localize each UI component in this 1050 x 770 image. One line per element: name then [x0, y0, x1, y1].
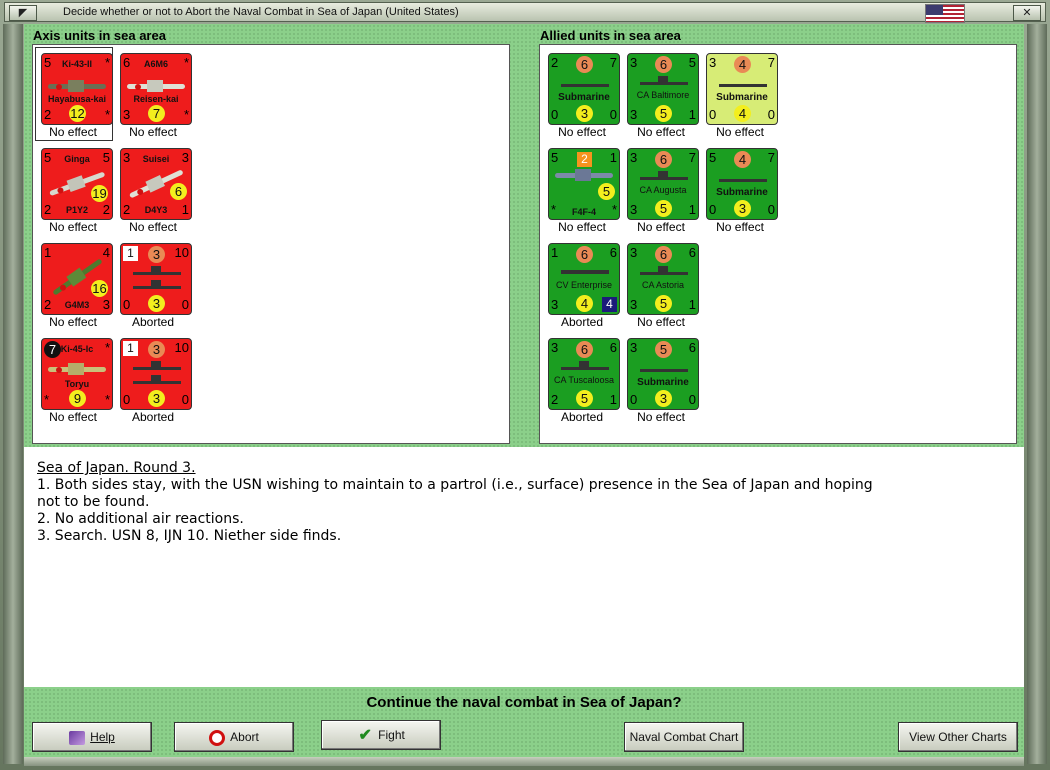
unit-status: No effect	[716, 125, 764, 139]
unit-status: No effect	[49, 125, 97, 139]
axis-unit-ki45[interactable]: 7 Ki-45-Ic * Toryu * 9 *	[41, 338, 113, 410]
unit-status: No effect	[558, 220, 606, 234]
axis-header: Axis units in sea area	[33, 28, 166, 43]
allied-unit-ca-augusta[interactable]: 3 6 7 CA Augusta 3 5 1	[627, 148, 699, 220]
unit-status: No effect	[637, 220, 685, 234]
axis-unit-suisei[interactable]: 3 Suisei 3 6 D4Y3 2 1	[120, 148, 192, 220]
checkmark-icon: ✔	[358, 726, 372, 744]
unit-status: No effect	[716, 220, 764, 234]
notes-line: 1. Both sides stay, with the USN wishing…	[37, 477, 873, 493]
ship-icon	[561, 359, 609, 371]
ship-icon	[133, 264, 181, 276]
ship-icon	[640, 74, 688, 86]
unit-status: No effect	[49, 410, 97, 424]
unit-status: No effect	[49, 315, 97, 329]
allied-units-panel: 2 6 7 Submarine 0 3 0 No effect 3 6 5 CA…	[539, 44, 1017, 444]
submarine-icon	[719, 171, 767, 183]
abort-button[interactable]: Abort	[174, 722, 294, 752]
view-other-charts-button[interactable]: View Other Charts	[898, 722, 1018, 752]
allied-unit-submarine-2[interactable]: 3 4 7 Submarine 0 4 0	[706, 53, 778, 125]
unit-status: Aborted	[131, 410, 175, 424]
stop-icon	[209, 729, 226, 746]
axis-unit-ship-1[interactable]: 1 3 10 0 3 0	[120, 243, 192, 315]
ship-icon	[640, 169, 688, 181]
allied-unit-submarine-4[interactable]: 3 5 6 Submarine 0 3 0	[627, 338, 699, 410]
carrier-icon	[561, 264, 609, 276]
book-icon	[69, 730, 86, 745]
unit-status: Aborted	[560, 410, 604, 424]
unit-status: No effect	[558, 125, 606, 139]
combat-notes: Sea of Japan. Round 3. 1. Both sides sta…	[24, 447, 1024, 687]
allied-unit-f4f4[interactable]: 5 2 1 5 F4F-4 * *	[548, 148, 620, 220]
right-scroll-border	[1027, 24, 1047, 764]
submarine-icon	[561, 76, 609, 88]
naval-combat-chart-button[interactable]: Naval Combat Chart	[624, 722, 744, 752]
ship-icon	[133, 373, 181, 385]
allied-unit-ca-tuscaloosa[interactable]: 3 6 6 CA Tuscaloosa 2 5 1	[548, 338, 620, 410]
unit-status: No effect	[129, 220, 177, 234]
submarine-icon	[640, 361, 688, 373]
ship-icon	[133, 359, 181, 371]
aircraft-icon	[555, 165, 615, 185]
notes-line: 3. Search. USN 8, IJN 10. Niether side f…	[37, 528, 342, 544]
window-menu-button[interactable]: ◤	[9, 5, 37, 21]
allied-unit-ca-baltimore[interactable]: 3 6 5 CA Baltimore 3 5 1	[627, 53, 699, 125]
unit-status: No effect	[129, 125, 177, 139]
axis-unit-ginga[interactable]: 5 Ginga 5 19 P1Y2 2 2	[41, 148, 113, 220]
axis-unit-a6m6[interactable]: 6 A6M6 * Reisen-kai 3 7 *	[120, 53, 192, 125]
bottom-border	[24, 757, 1024, 766]
allied-unit-submarine-1[interactable]: 2 6 7 Submarine 0 3 0	[548, 53, 620, 125]
unit-status: No effect	[49, 220, 97, 234]
submarine-icon	[719, 76, 767, 88]
unit-status: Aborted	[560, 315, 604, 329]
aircraft-icon	[48, 359, 108, 379]
allied-header: Allied units in sea area	[540, 28, 681, 43]
unit-status: No effect	[637, 410, 685, 424]
help-button[interactable]: Help	[32, 722, 152, 752]
ship-icon	[640, 264, 688, 276]
notes-line: 2. No additional air reactions.	[37, 511, 244, 527]
us-flag-icon	[925, 4, 965, 23]
allied-unit-submarine-3[interactable]: 5 4 7 Submarine 0 3 0	[706, 148, 778, 220]
unit-status: Aborted	[131, 315, 175, 329]
unit-status: No effect	[637, 315, 685, 329]
aircraft-icon	[48, 76, 108, 96]
aircraft-icon	[127, 76, 187, 96]
window-title: Decide whether or not to Abort the Naval…	[63, 6, 459, 18]
left-scroll-border	[3, 24, 23, 764]
axis-unit-ship-2[interactable]: 1 3 10 0 3 0	[120, 338, 192, 410]
notes-heading: Sea of Japan. Round 3.	[37, 460, 196, 476]
continue-question: Continue the naval combat in Sea of Japa…	[366, 694, 682, 711]
allied-unit-cv-enterprise[interactable]: 1 6 6 CV Enterprise 3 4 4	[548, 243, 620, 315]
close-button[interactable]: ✕	[1013, 5, 1041, 21]
title-bar: ◤ Decide whether or not to Abort the Nav…	[4, 2, 1046, 23]
ship-icon	[133, 278, 181, 290]
axis-unit-g4m3[interactable]: 1 4 16 G4M3 2 3	[41, 243, 113, 315]
unit-status: No effect	[637, 125, 685, 139]
axis-unit-ki43[interactable]: 5 Ki-43-II * Hayabusa-kai 2 12 *	[41, 53, 113, 125]
notes-line: not to be found.	[37, 494, 150, 510]
axis-units-panel: 5 Ki-43-II * Hayabusa-kai 2 12 * No effe…	[32, 44, 510, 444]
allied-unit-ca-astoria[interactable]: 3 6 6 CA Astoria 3 5 1	[627, 243, 699, 315]
fight-button[interactable]: ✔ Fight	[321, 720, 441, 750]
